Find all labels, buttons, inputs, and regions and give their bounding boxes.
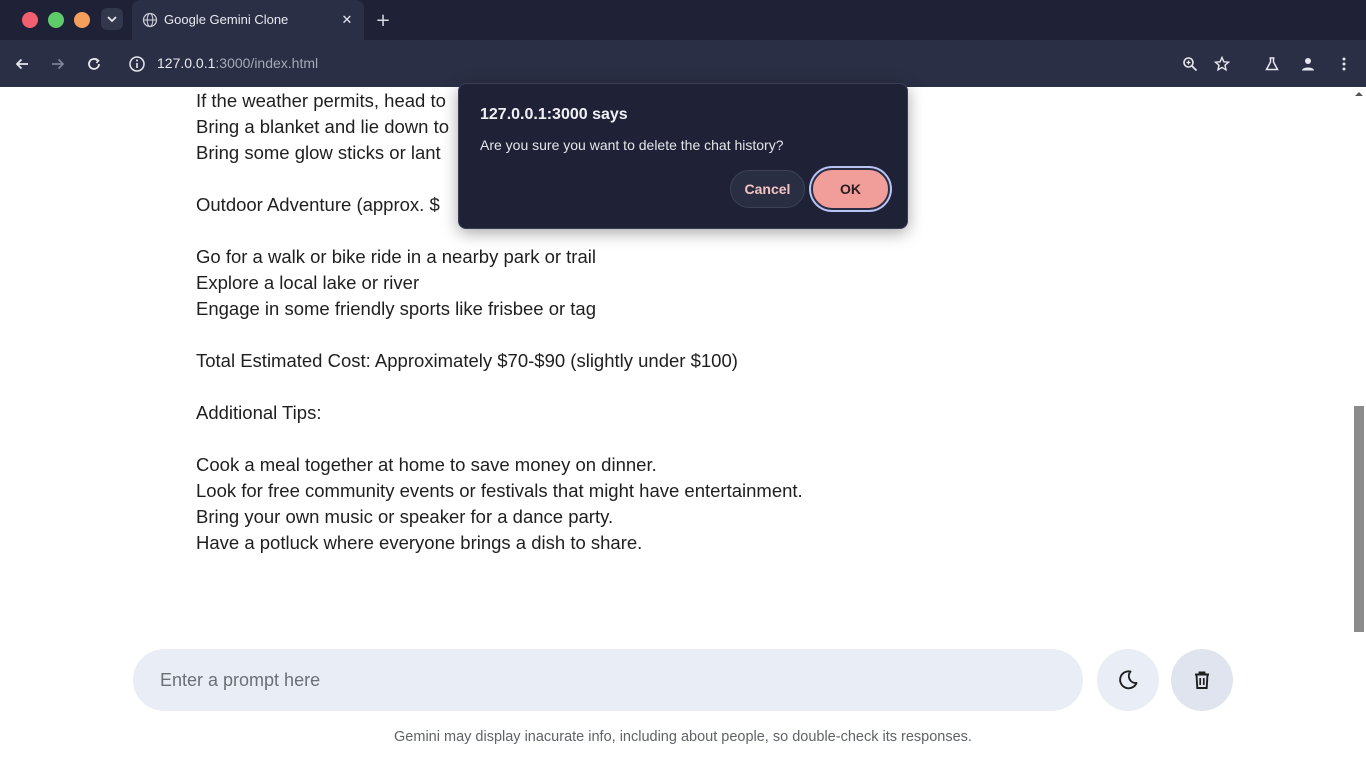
close-tab-icon[interactable]: ✕ [338,11,356,29]
delete-chat-button[interactable] [1171,649,1233,711]
globe-icon [142,12,158,28]
chat-line [196,426,1196,452]
chat-line [196,374,1196,400]
info-icon [129,56,145,72]
confirm-dialog: 127.0.0.1:3000 says Are you sure you wan… [458,83,908,229]
theme-toggle-button[interactable] [1097,649,1159,711]
url-path: :3000/index.html [215,55,319,71]
site-info-button[interactable] [126,53,148,75]
triangle-up-icon [1355,92,1363,96]
url-host: 127.0.0.1 [157,55,216,71]
chat-line: Additional Tips: [196,402,322,423]
cancel-button[interactable]: Cancel [730,170,805,208]
scroll-up-arrow[interactable] [1354,90,1364,100]
bookmark-button[interactable] [1210,52,1234,76]
chat-line: Total Estimated Cost: Approximately $70-… [196,350,738,371]
ok-button[interactable]: OK [811,168,890,210]
flask-icon [1265,57,1279,71]
labs-button[interactable] [1260,52,1284,76]
chat-line [196,322,1196,348]
chevron-down-icon [107,16,117,23]
new-tab-button[interactable]: + [373,10,393,31]
scrollbar-thumb[interactable] [1354,406,1364,632]
zoom-button[interactable] [1178,52,1202,76]
prompt-input[interactable] [133,649,1083,711]
prompt-box[interactable] [133,649,1083,711]
trash-icon [1195,671,1209,689]
chat-line: Bring your own music or speaker for a da… [196,506,614,527]
minimize-window-button[interactable] [74,12,90,28]
tab-title: Google Gemini Clone [164,12,289,27]
browser-tab-bar: Google Gemini Clone ✕ + [0,0,1366,40]
close-window-button[interactable] [22,12,38,28]
browser-menu-button[interactable] [1332,52,1356,76]
chat-line: Engage in some friendly sports like fris… [196,298,597,319]
chat-line: Go for a walk or bike ride in a nearby p… [196,246,596,267]
disclaimer-text: Gemini may display inacurate info, inclu… [394,729,972,745]
star-icon [1214,56,1230,72]
arrow-left-icon [15,58,28,70]
forward-button[interactable] [46,52,70,76]
back-button[interactable] [10,52,34,76]
zoom-icon [1183,57,1198,72]
tab-search-button[interactable] [101,8,123,30]
browser-toolbar: 127.0.0.1:3000/index.html [0,40,1366,87]
chat-line: Explore a local lake or river [196,272,420,293]
profile-button[interactable] [1296,52,1320,76]
address-bar[interactable]: 127.0.0.1:3000/index.html [157,55,318,71]
person-icon [1302,58,1314,71]
dialog-message: Are you sure you want to delete the chat… [480,137,784,153]
dialog-title: 127.0.0.1:3000 says [480,106,628,123]
active-tab[interactable]: Google Gemini Clone ✕ [132,0,364,40]
chat-line: Cook a meal together at home to save mon… [196,454,657,475]
arrow-right-icon [52,58,65,70]
chat-line: Have a potluck where everyone brings a d… [196,532,643,553]
reload-button[interactable] [82,52,106,76]
more-vert-icon [1342,57,1346,71]
moon-icon [1119,670,1138,690]
chat-line: Look for free community events or festiv… [196,480,803,501]
maximize-window-button[interactable] [48,12,64,28]
reload-icon [88,57,100,70]
